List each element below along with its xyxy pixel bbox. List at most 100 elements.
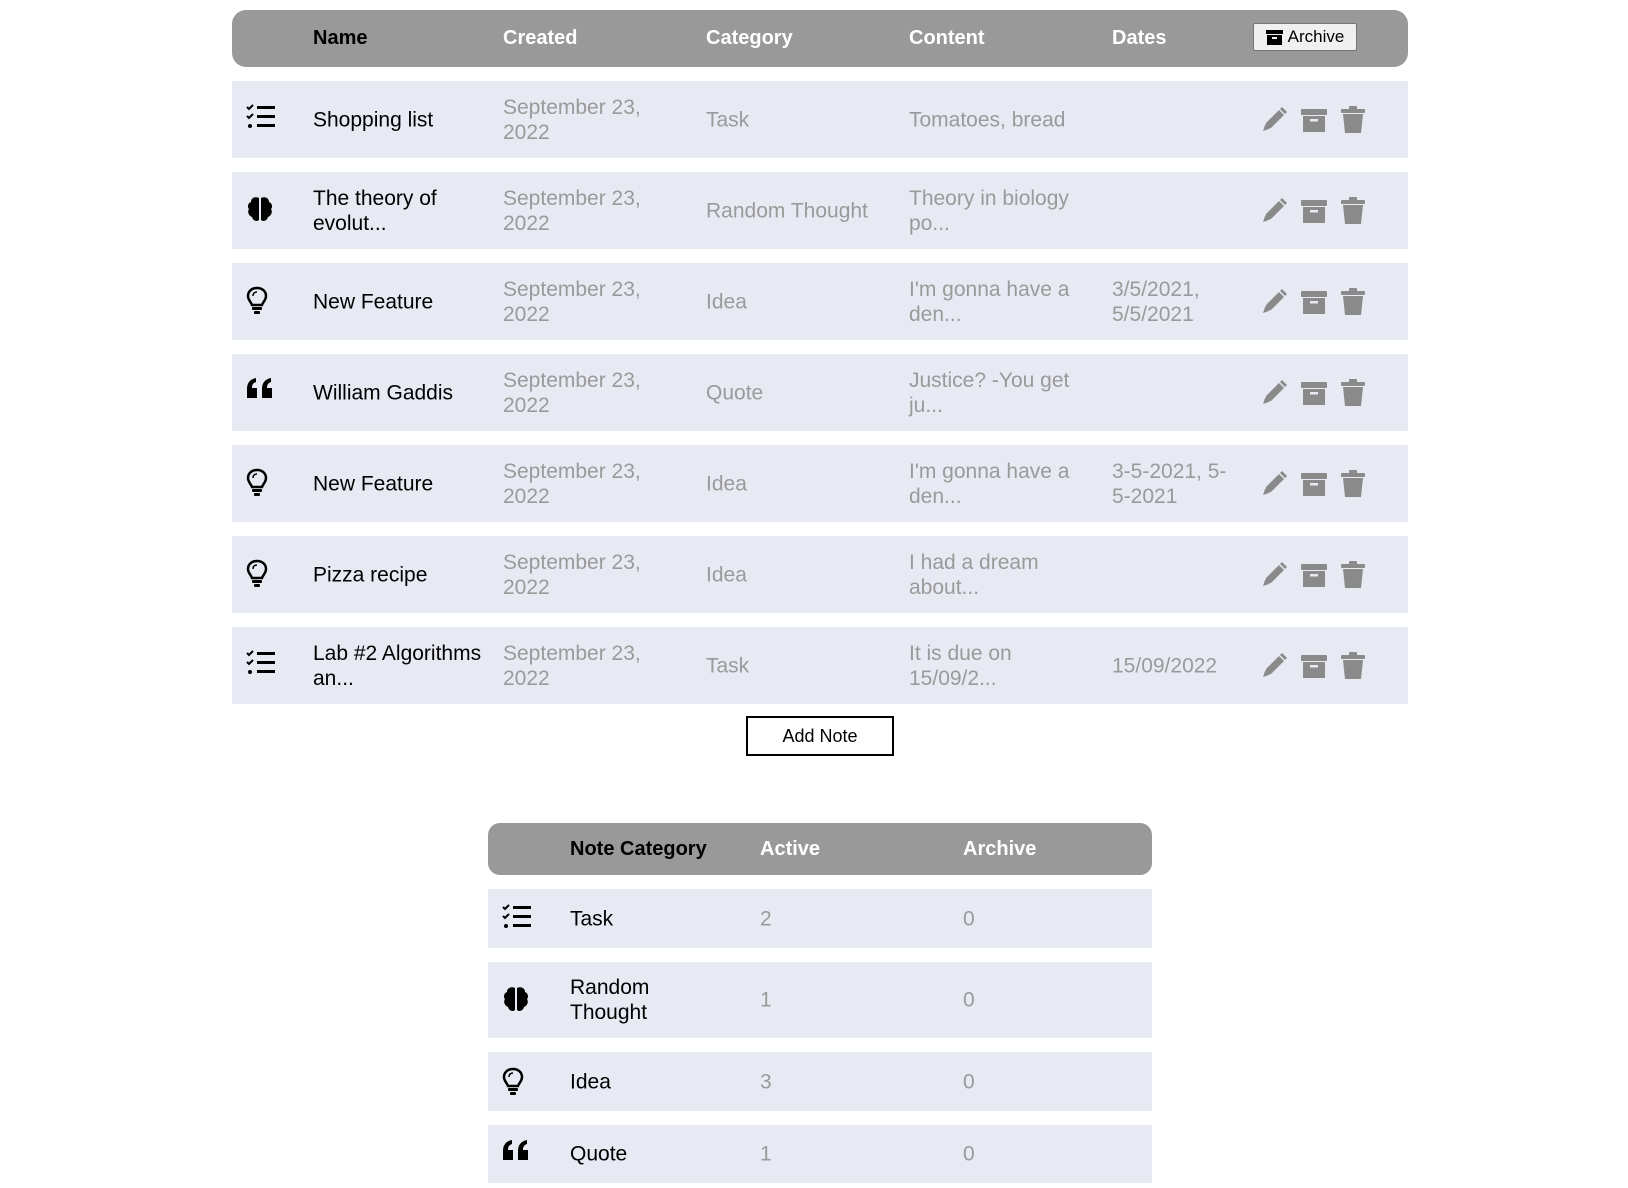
note-dates: 3/5/2021, 5/5/2021 (1112, 277, 1200, 326)
note-name: New Feature (313, 290, 434, 313)
summary-archive-count: 0 (963, 988, 975, 1012)
summary-active-count: 2 (760, 907, 772, 930)
note-row: New Feature September 23, 2022 Idea I'm gon… (232, 263, 1408, 340)
trash-icon[interactable] (1340, 196, 1366, 225)
archive-box-icon[interactable] (1300, 106, 1328, 134)
header-created: Created (503, 27, 578, 49)
note-category: Idea (706, 472, 747, 495)
note-row: Shopping list September 23, 2022 Task Tomat… (232, 81, 1408, 158)
note-content: It is due on 15/09/2... (909, 641, 1012, 690)
summary-archive-count: 0 (963, 1142, 975, 1166)
lightbulb-icon (246, 286, 278, 318)
summary-active-count: 1 (760, 988, 772, 1012)
note-content: I had a dream about... (909, 550, 1039, 599)
note-name: The theory of evolut... (313, 186, 437, 235)
note-actions (1260, 469, 1366, 498)
note-name: William Gaddis (313, 381, 454, 404)
note-actions (1260, 287, 1366, 316)
task-list-icon (502, 903, 532, 934)
summary-row: Quote 1 0 (488, 1125, 1152, 1183)
edit-pencil-icon[interactable] (1260, 197, 1288, 225)
summary-row: Task 2 0 (488, 889, 1152, 948)
note-content: Justice? -You get ju... (909, 368, 1070, 417)
notes-table: Name Created Category Content Dates Arch… (232, 10, 1408, 704)
note-content: Theory in biology po... (909, 186, 1069, 235)
header-note-category: Note Category (570, 837, 707, 860)
task-list-icon (246, 649, 278, 682)
note-actions (1260, 560, 1366, 589)
trash-icon[interactable] (1340, 105, 1366, 134)
note-category: Quote (706, 381, 764, 404)
archive-box-icon[interactable] (1300, 197, 1328, 225)
note-content: I'm gonna have a den... (909, 459, 1070, 508)
lightbulb-icon (246, 559, 278, 591)
note-category: Idea (706, 563, 747, 586)
trash-icon[interactable] (1340, 378, 1366, 407)
header-active: Active (760, 837, 821, 860)
summary-active-count: 3 (760, 1070, 772, 1093)
edit-pencil-icon[interactable] (1260, 288, 1288, 316)
note-name: Pizza recipe (313, 563, 428, 586)
summary-row: Idea 3 0 (488, 1052, 1152, 1111)
note-category: Idea (706, 290, 747, 313)
summary-archive-count: 0 (963, 907, 975, 930)
note-created: September 23, 2022 (503, 95, 641, 144)
note-created: September 23, 2022 (503, 550, 641, 599)
note-name: Lab #2 Algorithms an... (313, 641, 482, 690)
note-created: September 23, 2022 (503, 368, 641, 417)
summary-category: Quote (570, 1142, 628, 1166)
header-category: Category (706, 27, 793, 49)
edit-pencil-icon[interactable] (1260, 106, 1288, 134)
add-note-button[interactable]: Add Note (746, 716, 894, 756)
note-name: Shopping list (313, 108, 434, 131)
note-created: September 23, 2022 (503, 277, 641, 326)
view-archive-button[interactable]: Archive (1253, 23, 1357, 51)
edit-pencil-icon[interactable] (1260, 379, 1288, 407)
note-category: Random Thought (706, 199, 868, 222)
note-row: New Feature September 23, 2022 Idea I'm gon… (232, 445, 1408, 522)
brain-icon (246, 195, 278, 227)
note-created: September 23, 2022 (503, 641, 641, 690)
summary-table-header: Note Category Active Archive (488, 823, 1152, 875)
edit-pencil-icon[interactable] (1260, 470, 1288, 498)
archive-box-icon[interactable] (1300, 379, 1328, 407)
archive-box-icon[interactable] (1300, 561, 1328, 589)
note-dates: 15/09/2022 (1112, 654, 1218, 677)
note-actions (1260, 105, 1366, 134)
trash-icon[interactable] (1340, 651, 1366, 680)
note-content: Tomatoes, bread (909, 108, 1066, 131)
note-created: September 23, 2022 (503, 186, 641, 235)
edit-pencil-icon[interactable] (1260, 652, 1288, 680)
trash-icon[interactable] (1340, 469, 1366, 498)
archive-box-icon[interactable] (1300, 288, 1328, 316)
note-actions (1260, 196, 1366, 225)
note-row: Pizza recipe September 23, 2022 Idea I had … (232, 536, 1408, 613)
summary-row: Random Thought 1 0 (488, 962, 1152, 1038)
archive-box-icon[interactable] (1300, 652, 1328, 680)
note-category: Task (706, 654, 750, 677)
summary-table: Note Category Active Archive Task 2 0 Rando… (488, 823, 1152, 1183)
summary-archive-count: 0 (963, 1070, 975, 1093)
lightbulb-icon (246, 468, 278, 500)
notes-table-header: Name Created Category Content Dates Arch… (232, 10, 1408, 67)
summary-category: Random Thought (570, 976, 650, 1024)
archive-button-label: Archive (1287, 27, 1345, 46)
trash-icon[interactable] (1340, 560, 1366, 589)
edit-pencil-icon[interactable] (1260, 561, 1288, 589)
trash-icon[interactable] (1340, 287, 1366, 316)
task-list-icon (246, 103, 278, 136)
note-row: Lab #2 Algorithms an... September 23, 202… (232, 627, 1408, 704)
note-dates: 3-5-2021, 5-5-2021 (1112, 459, 1227, 508)
header-content: Content (909, 27, 985, 49)
summary-active-count: 1 (760, 1142, 772, 1166)
summary-category: Idea (570, 1070, 611, 1093)
note-row: The theory of evolut... September 23, 202… (232, 172, 1408, 249)
archive-box-icon[interactable] (1300, 470, 1328, 498)
quote-icon (502, 1139, 532, 1169)
note-category: Task (706, 108, 750, 131)
quote-icon (246, 377, 278, 409)
header-name: Name (313, 27, 368, 49)
note-actions (1260, 651, 1366, 680)
archive-box-icon (1265, 29, 1283, 45)
header-dates: Dates (1112, 27, 1167, 49)
